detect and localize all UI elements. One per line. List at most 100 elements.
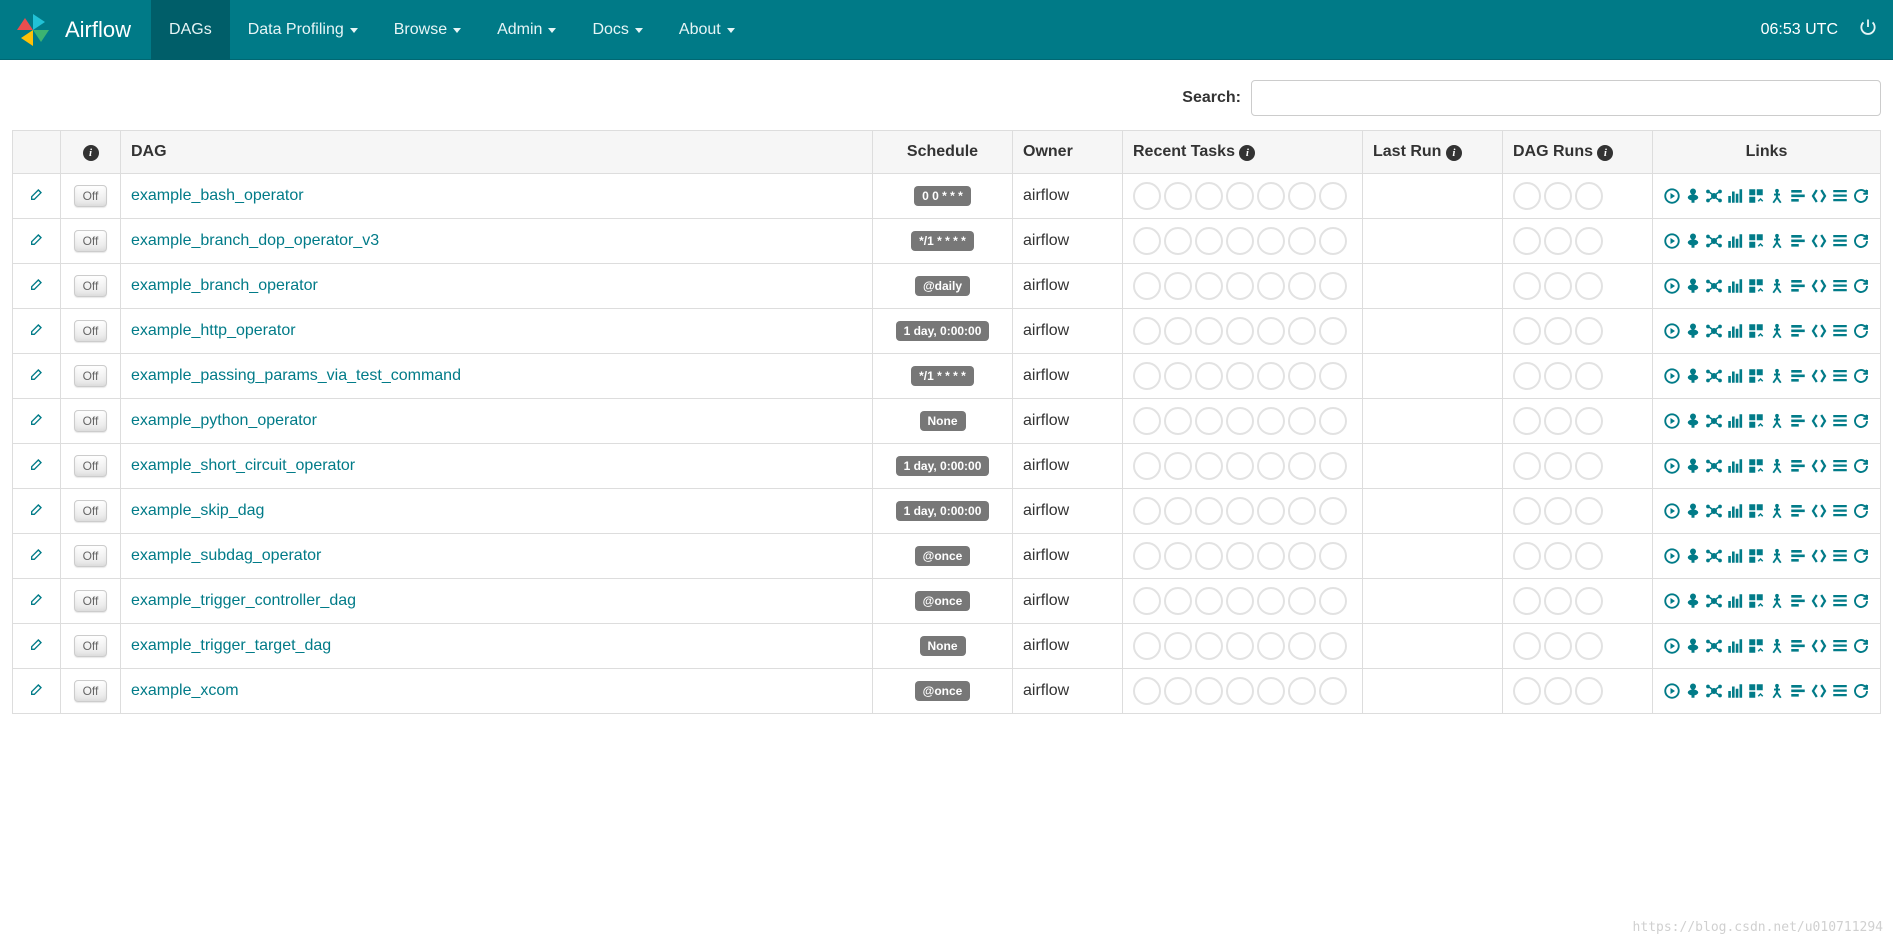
task-status-circle[interactable]: [1226, 542, 1254, 570]
tree-icon[interactable]: [1684, 502, 1702, 520]
logs-icon[interactable]: [1831, 187, 1849, 205]
graph-icon[interactable]: [1705, 637, 1723, 655]
code-icon[interactable]: [1810, 547, 1828, 565]
landing-icon[interactable]: [1768, 502, 1786, 520]
task-status-circle[interactable]: [1164, 632, 1192, 660]
dagrun-status-circle[interactable]: [1513, 587, 1541, 615]
task-status-circle[interactable]: [1257, 677, 1285, 705]
dagrun-status-circle[interactable]: [1544, 677, 1572, 705]
task-tries-icon[interactable]: [1747, 322, 1765, 340]
schedule-badge[interactable]: None: [920, 636, 966, 656]
code-icon[interactable]: [1810, 592, 1828, 610]
task-status-circle[interactable]: [1319, 677, 1347, 705]
nav-item-admin[interactable]: Admin: [479, 0, 574, 60]
info-icon[interactable]: i: [1597, 145, 1613, 161]
tree-icon[interactable]: [1684, 322, 1702, 340]
task-status-circle[interactable]: [1164, 587, 1192, 615]
schedule-badge[interactable]: @once: [915, 546, 971, 566]
gantt-icon[interactable]: [1789, 457, 1807, 475]
task-status-circle[interactable]: [1288, 452, 1316, 480]
task-tries-icon[interactable]: [1747, 592, 1765, 610]
schedule-badge[interactable]: 1 day, 0:00:00: [896, 456, 990, 476]
tree-icon[interactable]: [1684, 232, 1702, 250]
gantt-icon[interactable]: [1789, 547, 1807, 565]
dagrun-status-circle[interactable]: [1575, 182, 1603, 210]
code-icon[interactable]: [1810, 682, 1828, 700]
graph-icon[interactable]: [1705, 547, 1723, 565]
landing-icon[interactable]: [1768, 682, 1786, 700]
task-status-circle[interactable]: [1226, 272, 1254, 300]
graph-icon[interactable]: [1705, 367, 1723, 385]
logs-icon[interactable]: [1831, 277, 1849, 295]
task-status-circle[interactable]: [1257, 317, 1285, 345]
dagrun-status-circle[interactable]: [1575, 317, 1603, 345]
dagrun-status-circle[interactable]: [1575, 227, 1603, 255]
gantt-icon[interactable]: [1789, 592, 1807, 610]
dagrun-status-circle[interactable]: [1544, 542, 1572, 570]
task-tries-icon[interactable]: [1747, 547, 1765, 565]
task-status-circle[interactable]: [1226, 497, 1254, 525]
task-status-circle[interactable]: [1319, 452, 1347, 480]
task-status-circle[interactable]: [1257, 452, 1285, 480]
brand-link[interactable]: Airflow: [15, 12, 131, 48]
dagrun-status-circle[interactable]: [1544, 587, 1572, 615]
task-status-circle[interactable]: [1319, 317, 1347, 345]
dagrun-status-circle[interactable]: [1575, 632, 1603, 660]
task-status-circle[interactable]: [1288, 632, 1316, 660]
edit-icon[interactable]: [29, 549, 45, 566]
code-icon[interactable]: [1810, 187, 1828, 205]
dagrun-status-circle[interactable]: [1513, 272, 1541, 300]
graph-icon[interactable]: [1705, 232, 1723, 250]
graph-icon[interactable]: [1705, 502, 1723, 520]
task-tries-icon[interactable]: [1747, 277, 1765, 295]
logs-icon[interactable]: [1831, 637, 1849, 655]
task-tries-icon[interactable]: [1747, 412, 1765, 430]
landing-icon[interactable]: [1768, 592, 1786, 610]
dagrun-status-circle[interactable]: [1513, 227, 1541, 255]
logs-icon[interactable]: [1831, 412, 1849, 430]
task-status-circle[interactable]: [1319, 362, 1347, 390]
dagrun-status-circle[interactable]: [1544, 632, 1572, 660]
trigger-icon[interactable]: [1663, 187, 1681, 205]
trigger-icon[interactable]: [1663, 682, 1681, 700]
task-status-circle[interactable]: [1288, 362, 1316, 390]
dagrun-status-circle[interactable]: [1575, 272, 1603, 300]
dag-link[interactable]: example_trigger_controller_dag: [131, 592, 356, 609]
trigger-icon[interactable]: [1663, 412, 1681, 430]
task-status-circle[interactable]: [1226, 632, 1254, 660]
nav-item-dags[interactable]: DAGs: [151, 0, 230, 60]
refresh-icon[interactable]: [1852, 232, 1870, 250]
refresh-icon[interactable]: [1852, 502, 1870, 520]
task-status-circle[interactable]: [1319, 587, 1347, 615]
task-status-circle[interactable]: [1257, 542, 1285, 570]
task-status-circle[interactable]: [1195, 677, 1223, 705]
task-tries-icon[interactable]: [1747, 502, 1765, 520]
trigger-icon[interactable]: [1663, 592, 1681, 610]
dagrun-status-circle[interactable]: [1575, 407, 1603, 435]
schedule-badge[interactable]: 1 day, 0:00:00: [896, 321, 990, 341]
task-status-circle[interactable]: [1257, 632, 1285, 660]
landing-icon[interactable]: [1768, 232, 1786, 250]
graph-icon[interactable]: [1705, 592, 1723, 610]
task-tries-icon[interactable]: [1747, 457, 1765, 475]
duration-icon[interactable]: [1726, 187, 1744, 205]
task-status-circle[interactable]: [1288, 227, 1316, 255]
task-status-circle[interactable]: [1164, 677, 1192, 705]
dagrun-status-circle[interactable]: [1544, 317, 1572, 345]
landing-icon[interactable]: [1768, 367, 1786, 385]
task-status-circle[interactable]: [1133, 497, 1161, 525]
schedule-badge[interactable]: @once: [915, 591, 971, 611]
graph-icon[interactable]: [1705, 457, 1723, 475]
schedule-badge[interactable]: */1 * * * *: [911, 231, 974, 251]
nav-item-data-profiling[interactable]: Data Profiling: [230, 0, 376, 60]
tree-icon[interactable]: [1684, 412, 1702, 430]
dag-link[interactable]: example_skip_dag: [131, 502, 264, 519]
landing-icon[interactable]: [1768, 547, 1786, 565]
task-status-circle[interactable]: [1257, 497, 1285, 525]
edit-icon[interactable]: [29, 459, 45, 476]
task-status-circle[interactable]: [1164, 227, 1192, 255]
task-status-circle[interactable]: [1164, 182, 1192, 210]
tree-icon[interactable]: [1684, 547, 1702, 565]
info-icon[interactable]: i: [1446, 145, 1462, 161]
task-status-circle[interactable]: [1133, 452, 1161, 480]
